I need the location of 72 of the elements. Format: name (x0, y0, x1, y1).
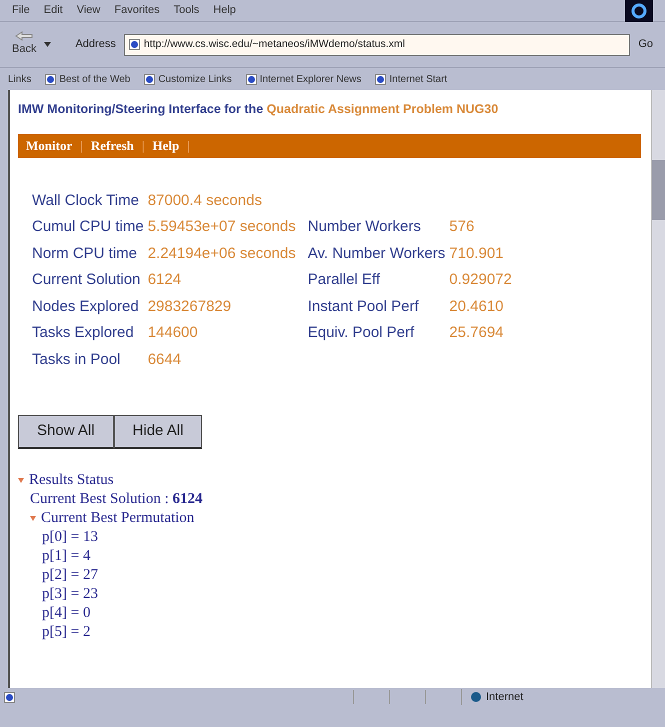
tree-text: p[5] = 2 (42, 624, 90, 640)
zone-label: Internet (461, 688, 661, 706)
tree-text: Current Best Solution : 6124 (30, 490, 202, 506)
nav-link[interactable]: Monitor (26, 136, 72, 156)
stat-value: 710.901 (449, 244, 505, 264)
stat-value: 25.7694 (449, 323, 505, 343)
browser-logo-icon (625, 0, 653, 22)
nav-separator: | (187, 137, 190, 155)
stat-label: Cumul CPU time (32, 217, 144, 237)
stat-label: Current Solution (32, 270, 142, 290)
stat-value: 20.4610 (449, 296, 505, 316)
stat-label: Norm CPU time (32, 244, 138, 264)
nav-link[interactable]: Help (152, 136, 180, 156)
page-heading: IMW Monitoring/Steering Interface for the (18, 102, 264, 116)
tree-text: p[0] = 13 (42, 528, 98, 544)
links-label: Links (8, 72, 32, 86)
tree-text: p[2] = 27 (42, 566, 98, 582)
tree-text: p[3] = 23 (42, 586, 98, 602)
page-icon (4, 692, 15, 702)
menu-item[interactable]: Help (213, 2, 236, 19)
back-button[interactable]: Back (12, 31, 36, 58)
stat-label: Instant Pool Perf (308, 296, 420, 316)
stat-label: Equiv. Pool Perf (308, 323, 416, 343)
toggle-button[interactable]: Show All (18, 415, 114, 448)
stat-value: 6644 (148, 350, 182, 370)
address-label: Address (75, 37, 116, 52)
link-item[interactable]: Internet Start (375, 72, 448, 86)
stat-value: 2.24194e+06 seconds (148, 244, 296, 264)
page-icon (246, 74, 257, 84)
stat-value: 2983267829 (148, 296, 232, 316)
nav-separator: | (142, 137, 145, 155)
stat-value: 576 (449, 217, 476, 237)
stat-value: 5.59453e+07 seconds (148, 217, 296, 237)
caret-icon[interactable] (44, 42, 52, 47)
stat-label: Parallel Eff (308, 270, 381, 290)
stat-label: Av. Number Workers (308, 244, 446, 264)
page-icon (375, 74, 386, 84)
tree-node-label[interactable]: Results Status (29, 472, 114, 488)
scrollbar[interactable] (651, 90, 665, 688)
expander-icon[interactable] (18, 478, 24, 483)
menu-item[interactable]: View (76, 2, 100, 19)
menu-item[interactable]: Favorites (114, 2, 160, 19)
page-icon (128, 39, 140, 50)
menu-item[interactable]: File (12, 2, 30, 19)
problem-name: Quadratic Assignment Problem NUG30 (266, 102, 498, 116)
link-item[interactable]: Customize Links (144, 72, 232, 86)
stat-value: 87000.4 seconds (148, 190, 263, 210)
tree-text: p[4] = 0 (42, 604, 90, 620)
expander-icon[interactable] (30, 516, 36, 521)
tree-text: p[1] = 4 (42, 548, 90, 564)
back-arrow-icon (15, 31, 34, 42)
globe-icon (470, 691, 482, 703)
toggle-button[interactable]: Hide All (114, 415, 202, 448)
stat-label: Tasks in Pool (32, 350, 122, 370)
page-icon (45, 74, 56, 84)
page-icon (144, 74, 156, 84)
nav-separator: | (80, 137, 83, 155)
menu-item[interactable]: Tools (174, 2, 200, 19)
stat-label: Nodes Explored (32, 296, 140, 316)
nav-link[interactable]: Refresh (90, 136, 134, 156)
stat-label: Number Workers (308, 217, 422, 237)
link-item[interactable]: Internet Explorer News (246, 72, 362, 86)
link-item[interactable]: Best of the Web (45, 72, 130, 86)
stat-label: Wall Clock Time (32, 190, 140, 210)
stat-label: Tasks Explored (32, 323, 135, 343)
stat-value: 6124 (148, 270, 182, 290)
address-field[interactable]: http://www.cs.wisc.edu/~metaneos/iMWdemo/status.xml (124, 34, 630, 56)
go-button[interactable]: Go (638, 36, 653, 53)
tree-node-label[interactable]: Current Best Permutation (41, 510, 194, 526)
stat-value: 144600 (148, 323, 199, 343)
menu-item[interactable]: Edit (44, 2, 63, 19)
stat-value: 0.929072 (449, 270, 512, 290)
